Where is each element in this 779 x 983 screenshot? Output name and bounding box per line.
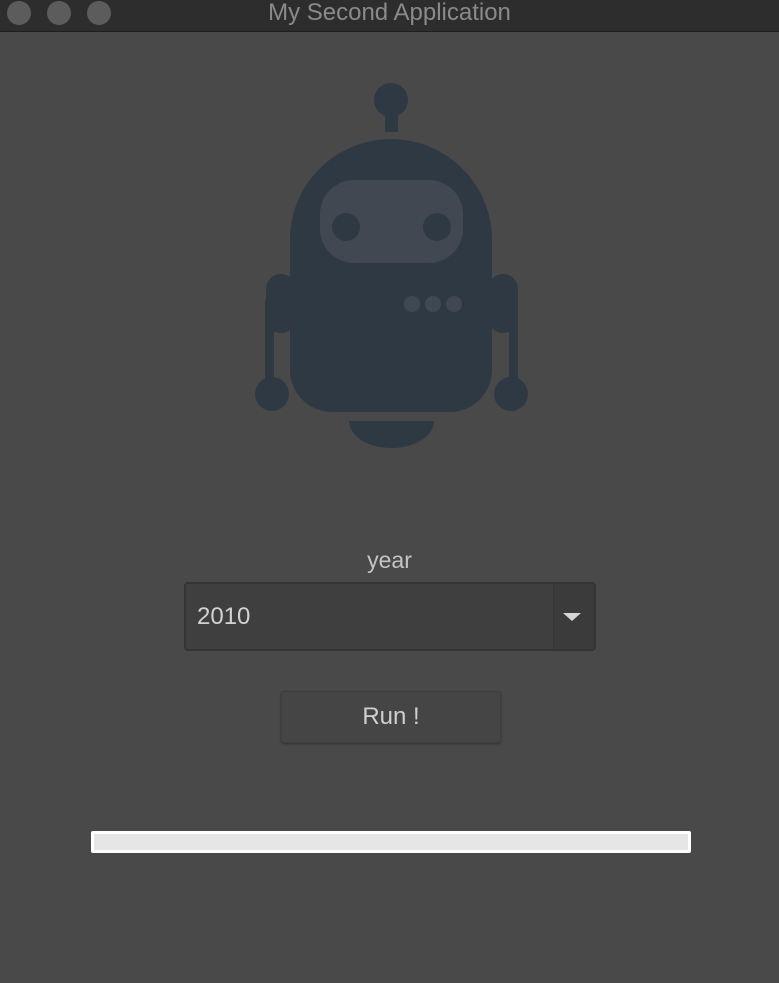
- year-select-dropdown-button[interactable]: [553, 584, 594, 649]
- window-titlebar[interactable]: My Second Application: [0, 0, 779, 32]
- run-button[interactable]: Run !: [281, 691, 501, 743]
- progress-bar: [91, 831, 691, 853]
- year-select-value: 2010: [197, 603, 251, 630]
- robot-icon: [255, 83, 528, 448]
- year-select[interactable]: 2010: [184, 582, 596, 651]
- chevron-down-icon: [563, 613, 581, 621]
- window-title: My Second Application: [268, 0, 511, 26]
- year-label: year: [367, 547, 412, 573]
